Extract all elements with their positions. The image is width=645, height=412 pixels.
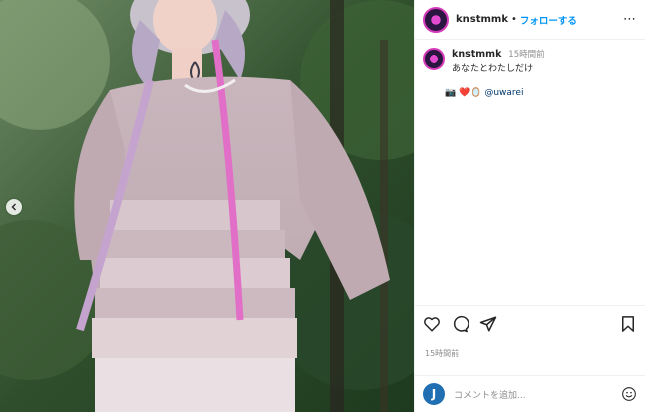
more-icon[interactable]: ⋯ [623,12,637,27]
credit-emoji: 📷 ❤️🪞 [445,88,485,98]
bookmark-icon[interactable] [619,315,637,333]
commenter-avatar: J [423,383,445,405]
comment-input[interactable]: コメントを追加... [454,388,621,401]
header-username[interactable]: knstmmk [456,14,508,25]
instagram-post: knstmmk • フォローする ⋯ knstmmk 15時間前 あなたとわたし… [0,0,645,412]
caption-timestamp: 15時間前 [508,50,545,60]
photo-illustration [0,0,414,412]
follow-button[interactable]: フォローする [520,13,577,27]
comment-icon[interactable] [451,315,469,333]
caption-avatar[interactable] [423,48,445,70]
post-header: knstmmk • フォローする ⋯ [415,0,645,40]
action-bar [415,305,645,341]
avatar[interactable] [423,6,449,33]
separator-dot: • [511,14,517,25]
mention-link[interactable]: @uwarei [484,88,523,98]
emoji-icon[interactable] [621,386,637,402]
caption-text: あなたとわたしだけ [452,64,534,74]
post-sidebar: knstmmk • フォローする ⋯ knstmmk 15時間前 あなたとわたし… [414,0,645,412]
carousel-prev-button[interactable] [6,199,22,215]
heart-icon[interactable] [423,315,441,333]
caption: knstmmk 15時間前 あなたとわたしだけ [415,40,645,76]
post-photo[interactable] [0,0,414,412]
share-icon[interactable] [479,315,497,333]
caption-credit: 📷 ❤️🪞 @uwarei [415,88,645,98]
chevron-left-icon [11,203,16,211]
comment-box: J コメントを追加... [415,375,645,412]
post-timestamp: 15時間前 [425,349,460,358]
caption-body: knstmmk 15時間前 あなたとわたしだけ [452,48,545,76]
caption-username[interactable]: knstmmk [452,49,501,60]
